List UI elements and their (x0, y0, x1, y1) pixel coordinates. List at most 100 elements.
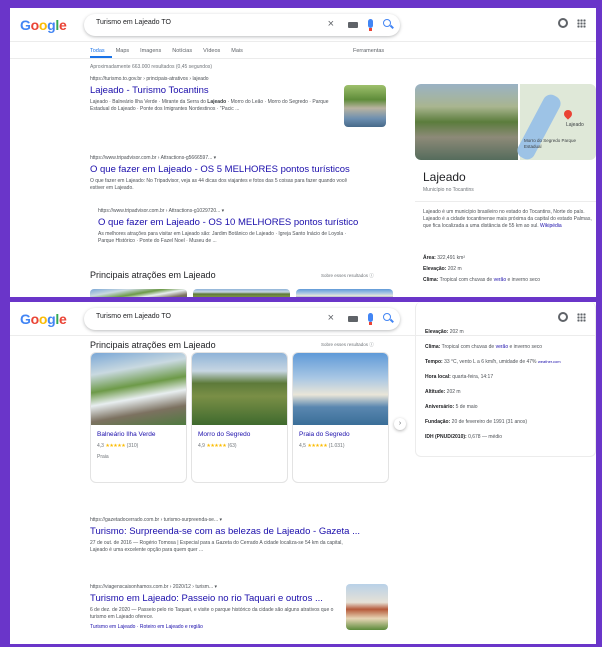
keyboard-icon[interactable] (348, 316, 358, 322)
attraction-cards: Balneário Ilha Verde 4,3 ★★★★★ (310) Pra… (90, 352, 389, 483)
about-results-link[interactable]: Sobre esses resultados ⓘ (321, 342, 374, 348)
result-title[interactable]: Lajeado - Turismo Tocantins (90, 85, 335, 96)
result-url[interactable]: https://viagenscaisonhamos.com.br › 2020… (90, 584, 345, 590)
tab-videos[interactable]: Vídeos (203, 48, 220, 54)
fact-climate: Clima: Tropical com chuvas de verão e in… (425, 344, 543, 350)
result-title[interactable]: Turismo em Lajeado: Passeio no rio Taqua… (90, 593, 345, 604)
attraction-image[interactable] (293, 353, 388, 425)
search-header: Google Turismo em Lajeado TO × (10, 8, 596, 42)
attraction-rating: 4,3 ★★★★★ (310) (97, 443, 139, 449)
tab-todas[interactable]: Todas (90, 48, 105, 54)
map-label: Lajeado (566, 122, 584, 128)
search-result: https://turismo.to.gov.br › principais-a… (90, 76, 335, 113)
result-url[interactable]: https://www.tripadvisor.com.br › Attract… (98, 208, 358, 214)
attraction-image[interactable] (90, 289, 187, 297)
section-title: Principais atrações em Lajeado (90, 340, 216, 350)
map-pin-icon (562, 108, 574, 120)
search-result: https://viagenscaisonhamos.com.br › 2020… (90, 584, 345, 631)
result-url[interactable]: https://gazetadocerrado.com.br › turismo… (90, 517, 360, 523)
kp-facts: Elevação: 202 m Clima: Tropical com chuv… (425, 329, 561, 440)
gear-icon[interactable] (558, 18, 568, 28)
kp-facts: Área: 322,491 km² Elevação: 202 m Clima:… (423, 255, 540, 283)
search-screenshot-top: Google Turismo em Lajeado TO × Todas Map… (10, 8, 596, 297)
attraction-rating: 4,9 ★★★★★ (63) (198, 443, 237, 449)
kp-images: Lajeado Morro do Segredo Parque Estadual (415, 84, 596, 160)
attraction-type: Praia (97, 454, 109, 460)
result-title[interactable]: O que fazer em Lajeado - OS 10 MELHORES … (98, 217, 358, 228)
close-icon[interactable]: × (328, 18, 334, 30)
tab-mais[interactable]: Mais (231, 48, 243, 54)
result-snippet: 6 de dez. de 2020 — Passeio pelo rio Taq… (90, 607, 334, 620)
map-poi-label: Morro do Segredo Parque Estadual (524, 138, 577, 149)
search-icon[interactable] (383, 313, 391, 321)
about-results-link[interactable]: Sobre esses resultados ⓘ (321, 273, 374, 279)
fact-weather: Tempo: 33 °C, vento L a 6 km/h, umidade … (425, 359, 561, 365)
fact-climate: Clima: Tropical com chuvas de verão e in… (423, 277, 541, 283)
tab-noticias[interactable]: Notícias (172, 48, 192, 54)
attraction-image[interactable] (296, 289, 393, 297)
result-snippet: Lajeado · Balneário Ilha Verde · Mirante… (90, 99, 329, 112)
result-thumbnail[interactable] (346, 584, 388, 630)
google-logo[interactable]: Google (20, 17, 67, 33)
attraction-name[interactable]: Praia do Segredo (299, 431, 350, 438)
kp-description: Lajeado é um município brasileiro no est… (423, 209, 592, 229)
fact-foundation: Fundação: 20 de fevereiro de 1991 (31 an… (425, 419, 528, 425)
fact-altitude: Altitude: 202 m (425, 389, 461, 395)
result-snippet: As melhores atrações para visitar em Laj… (98, 231, 347, 244)
result-snippet: 27 de out. de 2016 — Rogério Tomosa | Es… (90, 540, 343, 553)
star-icon: ★★★★★ (105, 443, 126, 449)
result-url[interactable]: https://www.tripadvisor.com.br › Attract… (90, 155, 355, 161)
fact-area: Área: 322,491 km² (423, 255, 465, 261)
apps-icon[interactable] (577, 19, 586, 28)
search-tabs: Todas Maps Imagens Notícias Vídeos Mais (90, 48, 243, 54)
mic-icon[interactable] (368, 313, 373, 325)
kp-subtitle: Município no Tocantins (423, 187, 474, 193)
result-title[interactable]: O que fazer em Lajeado - OS 5 MELHORES p… (90, 164, 355, 175)
attraction-image[interactable] (91, 353, 186, 425)
star-icon: ★★★★★ (307, 443, 328, 449)
kp-divider (415, 201, 596, 202)
search-result: https://www.tripadvisor.com.br › Attract… (90, 155, 355, 192)
search-query[interactable]: Turismo em Lajeado TO (96, 313, 171, 320)
search-result-sub: https://www.tripadvisor.com.br › Attract… (98, 208, 358, 245)
attraction-cards-peek (90, 289, 393, 297)
search-result: https://gazetadocerrado.com.br › turismo… (90, 517, 360, 554)
star-icon: ★★★★★ (206, 443, 227, 449)
attraction-name[interactable]: Morro do Segredo (198, 431, 250, 438)
tab-imagens[interactable]: Imagens (140, 48, 161, 54)
mic-icon[interactable] (368, 19, 373, 31)
search-input[interactable]: Turismo em Lajeado TO × (84, 14, 400, 36)
section-title: Principais atrações em Lajeado (90, 270, 216, 280)
search-input[interactable]: Turismo em Lajeado TO × (84, 308, 400, 330)
kp-title: Lajeado (423, 170, 466, 184)
fact-hdi: IDH (PNUD/2010): 0,678 — médio (425, 434, 502, 440)
kp-map[interactable]: Lajeado Morro do Segredo Parque Estadual (514, 84, 596, 160)
attraction-card[interactable]: Morro do Segredo 4,9 ★★★★★ (63) (191, 352, 288, 483)
attraction-image[interactable] (192, 353, 287, 425)
attraction-name[interactable]: Balneário Ilha Verde (97, 431, 156, 438)
result-thumbnail[interactable] (344, 85, 386, 127)
attraction-rating: 4,5 ★★★★★ (1.031) (299, 443, 345, 449)
fact-elevation: Elevação: 202 m (425, 329, 464, 335)
search-screenshot-bottom: Google Turismo em Lajeado TO × Principai… (10, 302, 596, 644)
search-query[interactable]: Turismo em Lajeado TO (96, 19, 171, 26)
attraction-card[interactable]: Balneário Ilha Verde 4,3 ★★★★★ (310) Pra… (90, 352, 187, 483)
tab-divider (10, 56, 596, 59)
fact-anniversary: Aniversário: 5 de maio (425, 404, 478, 410)
tools-button[interactable]: Ferramentas (353, 48, 384, 54)
google-logo[interactable]: Google (20, 311, 67, 327)
result-stats: Aproximadamente 663.000 resultados (0,45… (90, 64, 213, 70)
attraction-card[interactable]: Praia do Segredo 4,5 ★★★★★ (1.031) (292, 352, 389, 483)
result-title[interactable]: Turismo: Surpreenda-se com as belezas de… (90, 526, 360, 537)
tab-maps[interactable]: Maps (116, 48, 129, 54)
search-icon[interactable] (383, 19, 391, 27)
keyboard-icon[interactable] (348, 22, 358, 28)
close-icon[interactable]: × (328, 312, 334, 324)
kp-photo[interactable] (415, 84, 518, 160)
chevron-right-icon[interactable]: › (394, 418, 406, 430)
result-url[interactable]: https://turismo.to.gov.br › principais-a… (90, 76, 335, 82)
result-sitelinks[interactable]: Turismo em Lajeado · Roteiro em Lajeado … (90, 624, 345, 631)
result-snippet: O que fazer em Lajeado: No Tripadvisor, … (90, 178, 348, 191)
attraction-image[interactable] (193, 289, 290, 297)
wikipedia-link[interactable]: Wikipédia (540, 223, 562, 229)
